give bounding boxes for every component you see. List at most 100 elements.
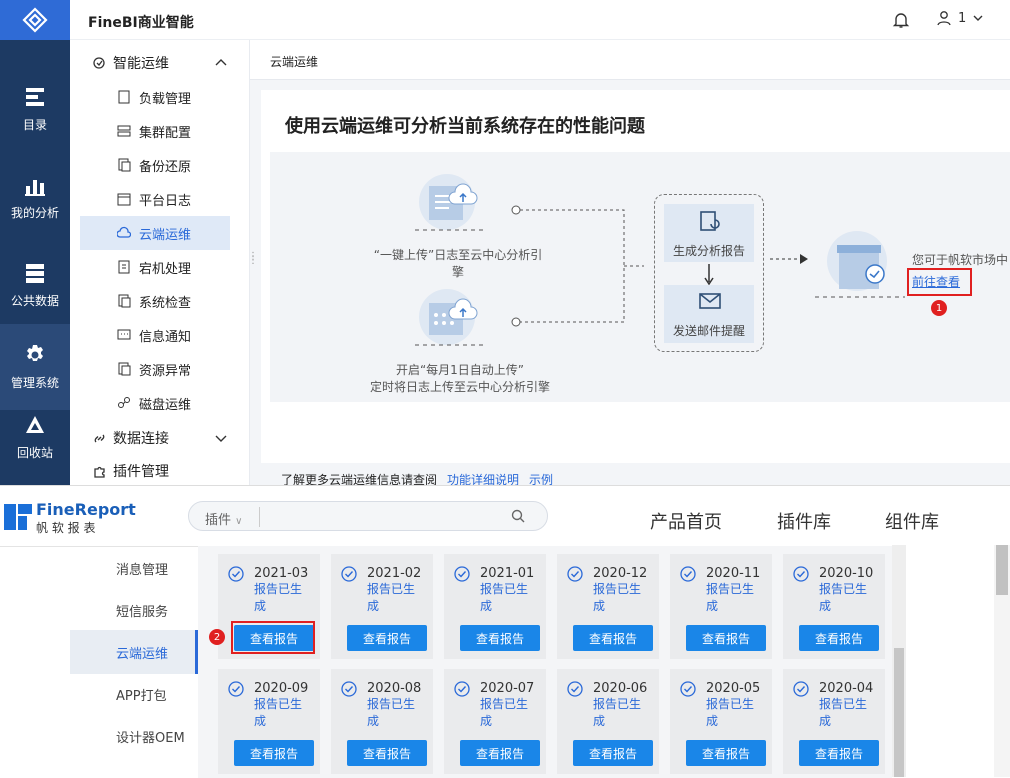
nav-item-cluster[interactable]: 集群配置 (80, 114, 230, 148)
check-circle-icon (341, 681, 357, 697)
view-report-button[interactable]: 查看报告 (799, 740, 879, 766)
nav-item-disk[interactable]: 磁盘运维 (80, 386, 230, 420)
nav-item-resource[interactable]: 资源异常 (80, 352, 230, 386)
nav-item-log[interactable]: 平台日志 (80, 182, 230, 216)
brand-title: FineBI商业智能 (88, 15, 194, 31)
page-scrollbar[interactable] (994, 545, 1010, 777)
report-card: 2021-02 报告已生成 查看报告 (331, 554, 433, 659)
nav-item-label: 平台日志 (139, 193, 192, 209)
view-report-button[interactable]: 查看报告 (573, 740, 653, 766)
nav-group-plugins[interactable]: 插件管理 (70, 454, 250, 488)
page-title: 使用云端运维可分析当前系统存在的性能问题 (285, 116, 645, 137)
nav-item-downtime[interactable]: 宕机处理 (80, 250, 230, 284)
finebi-logo-icon (22, 7, 48, 33)
finereport-logo[interactable]: FineReport 帆 软 报 表 (4, 500, 136, 536)
resource-icon (118, 362, 131, 376)
logo-text-en: FineReport (36, 500, 136, 519)
view-report-button[interactable]: 查看报告 (686, 740, 766, 766)
rail-label: 回收站 (16, 445, 53, 460)
nav-group-label: 数据连接 (113, 431, 169, 447)
view-report-button[interactable]: 查看报告 (573, 625, 653, 651)
side-navigation: 智能运维 负载管理 集群配置 备份还原 平台日志 云端运维 宕机处理 系统检查 … (70, 40, 250, 485)
app-logo[interactable] (0, 0, 70, 40)
nav-item-label: 集群配置 (139, 125, 192, 141)
rail-label: 我的分析 (10, 205, 59, 220)
report-card: 2020-10 报告已生成 查看报告 (783, 554, 885, 659)
nav-item-load[interactable]: 负载管理 (80, 80, 230, 114)
nav-item-cloud-ops[interactable]: 云端运维 (80, 216, 230, 250)
report-status: 报告已生成 (593, 697, 642, 728)
bell-icon[interactable] (892, 11, 910, 29)
subnav-message[interactable]: 消息管理 (70, 546, 198, 590)
report-date: 2020-08 (367, 681, 422, 696)
view-report-button[interactable]: 查看报告 (234, 740, 314, 766)
rail-item-public-data[interactable]: 公共数据 (0, 246, 70, 324)
report-date: 2020-04 (819, 681, 874, 696)
grid-scrollbar[interactable] (892, 545, 906, 777)
report-date: 2021-01 (480, 566, 535, 581)
market-text: 您可于帆软市场中 (912, 253, 1009, 267)
report-date: 2020-06 (593, 681, 648, 696)
gear-icon (27, 344, 43, 361)
scrollbar-thumb[interactable] (996, 545, 1008, 595)
mail-icon (699, 293, 721, 309)
report-status: 报告已生成 (706, 582, 755, 613)
downtime-icon (118, 260, 130, 274)
chart-icon (25, 179, 45, 196)
nav-item-backup[interactable]: 备份还原 (80, 148, 230, 182)
rail-item-catalog[interactable]: 目录 (0, 70, 70, 148)
nav-item-system-check[interactable]: 系统检查 (80, 284, 230, 318)
view-report-button[interactable]: 查看报告 (347, 625, 427, 651)
nav-plugin-library[interactable]: 插件库 (777, 508, 831, 534)
nav-product-home[interactable]: 产品首页 (650, 508, 722, 534)
flow-diagram: “一键上传”日志至云中心分析引擎 开启“每月1日自动上传” 定时将日志上传至云中… (270, 152, 1010, 402)
subnav-app-pack[interactable]: APP打包 (70, 672, 198, 716)
check-circle-icon (454, 681, 470, 697)
scrollbar-thumb[interactable] (894, 648, 904, 777)
rail-item-my-analysis[interactable]: 我的分析 (0, 158, 70, 236)
nav-item-label: 负载管理 (139, 91, 192, 107)
search-icon[interactable] (511, 509, 526, 524)
check-circle-icon (228, 566, 244, 582)
nav-group-label: 插件管理 (113, 464, 169, 480)
step-marker-1: 1 (931, 300, 947, 316)
rail-item-recycle[interactable]: 回收站 (0, 398, 70, 476)
nav-group-data-connection[interactable]: 数据连接 (70, 421, 250, 455)
arrow-down-icon (704, 264, 714, 286)
view-report-button[interactable]: 查看报告 (799, 625, 879, 651)
nav-item-notify[interactable]: 信息通知 (80, 318, 230, 352)
subnav-cloud-ops[interactable]: 云端运维 (70, 630, 198, 674)
nav-group-intelligent-ops[interactable]: 智能运维 (70, 46, 250, 80)
schedule-illustration-icon (415, 289, 485, 346)
report-card: 2020-05 报告已生成 查看报告 (670, 669, 772, 774)
auto-caption: 开启“每月1日自动上传” 定时将日志上传至云中心分析引擎 (360, 362, 560, 396)
report-status: 报告已生成 (819, 697, 868, 728)
nav-item-label: 信息通知 (139, 329, 192, 345)
subnav-designer-oem[interactable]: 设计器OEM (70, 714, 198, 758)
subnav-sms[interactable]: 短信服务 (70, 588, 198, 632)
disk-icon (118, 397, 130, 408)
rail-label: 目录 (22, 117, 47, 132)
view-report-button[interactable]: 查看报告 (686, 625, 766, 651)
report-status: 报告已生成 (367, 582, 416, 613)
chevron-up-icon (215, 59, 227, 66)
check-circle-icon (567, 681, 583, 697)
view-report-button[interactable]: 查看报告 (460, 740, 540, 766)
report-date: 2020-09 (254, 681, 309, 696)
drag-handle-icon[interactable]: ⋮ ⋮ (248, 252, 258, 266)
view-report-button[interactable]: 查看报告 (460, 625, 540, 651)
left-rail: 目录 我的分析 公共数据 管理系统 回收站 (0, 0, 70, 485)
nav-component-library[interactable]: 组件库 (885, 508, 939, 534)
report-card: 2020-08 报告已生成 查看报告 (331, 669, 433, 774)
nav-group-label: 智能运维 (113, 56, 169, 72)
user-menu[interactable]: 1 (936, 10, 984, 26)
report-card: 2020-06 报告已生成查看报告 (557, 669, 659, 774)
nav-item-label: 宕机处理 (139, 261, 192, 277)
view-report-button[interactable]: 查看报告 (347, 740, 427, 766)
plugin-search[interactable]: 插件 ∨ (188, 501, 548, 531)
report-icon (700, 211, 720, 231)
report-status: 报告已生成 (593, 582, 642, 613)
check-circle-icon (228, 681, 244, 697)
search-category[interactable]: 插件 ∨ (205, 509, 242, 528)
breadcrumb-bar: 云端运维 (250, 40, 1010, 80)
